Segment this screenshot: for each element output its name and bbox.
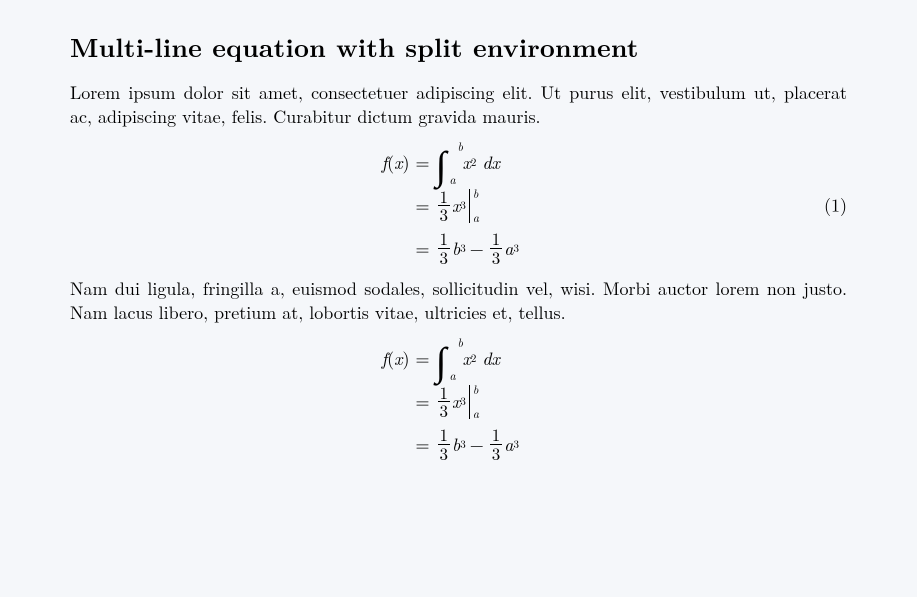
fraction: 1 3 [438, 230, 451, 267]
term-b-base: b [452, 432, 460, 457]
paragraph-1: Lorem ipsum dolor sit amet, consectetuer… [70, 81, 847, 130]
fraction: 1 3 [490, 230, 503, 267]
term-a-power: 3 [514, 241, 520, 256]
heading: Multi-line equation with split environme… [70, 28, 847, 65]
antiderivative-base: x [452, 389, 460, 414]
equals: = [409, 389, 435, 414]
fraction: 1 3 [490, 426, 503, 463]
fraction: 1 3 [438, 188, 451, 225]
integral-icon: ∫ b a [436, 340, 447, 378]
integral-icon: ∫ b a [436, 144, 447, 182]
eval-upper: b [473, 381, 479, 398]
eval-lower: a [473, 405, 479, 422]
rparen: ) [402, 150, 409, 175]
differential: dx [482, 150, 500, 175]
fraction-denominator: 3 [438, 205, 451, 224]
lhs: f(x) [351, 150, 409, 175]
integral-lower: a [450, 367, 456, 384]
equation-1-row-1: f(x) = ∫ b a x2 dx [351, 144, 565, 182]
equation-2-row-2: = 1 3 x3 b a [351, 384, 565, 421]
integral-upper: b [458, 138, 464, 155]
equation-2-row-1: f(x) = ∫ b a x2 dx [351, 340, 565, 378]
equals: = [409, 236, 435, 261]
equals: = [409, 346, 435, 371]
term-a-base: a [504, 432, 513, 457]
fraction-denominator: 3 [490, 248, 503, 267]
equation-2: f(x) = ∫ b a x2 dx = [70, 340, 847, 463]
equation-1-row-3: = 1 3 b3 − 1 3 a3 [351, 230, 565, 267]
rhs-3: 1 3 b3 − 1 3 a3 [436, 426, 566, 463]
equation-1-row-2: = 1 3 x3 b a [351, 188, 565, 225]
equation-2-row-3: = 1 3 b3 − 1 3 a3 [351, 426, 565, 463]
antiderivative-power: 3 [460, 394, 466, 409]
rhs-2: 1 3 x3 b a [436, 188, 566, 225]
rhs-1: ∫ b a x2 dx [436, 340, 566, 378]
rhs-1: ∫ b a x2 dx [436, 144, 566, 182]
antiderivative-base: x [452, 193, 460, 218]
equation-1-rows: f(x) = ∫ b a x2 dx = [70, 144, 847, 267]
integrand-base: x [462, 150, 470, 175]
rparen: ) [402, 346, 409, 371]
integral-lower: a [450, 171, 456, 188]
equation-number: (1) [824, 193, 847, 218]
lhs: f(x) [351, 346, 409, 371]
fraction-denominator: 3 [490, 444, 503, 463]
eval-upper: b [473, 185, 479, 202]
fraction-denominator: 3 [438, 401, 451, 420]
eval-lower: a [473, 209, 479, 226]
fraction: 1 3 [438, 384, 451, 421]
document-page: Multi-line equation with split environme… [0, 0, 917, 463]
fraction-denominator: 3 [438, 248, 451, 267]
equals: = [409, 150, 435, 175]
integrand-base: x [462, 346, 470, 371]
fraction: 1 3 [438, 426, 451, 463]
paragraph-2: Nam dui ligula, fringilla a, euismod sod… [70, 277, 847, 326]
term-a-base: a [504, 236, 513, 261]
rhs-2: 1 3 x3 b a [436, 384, 566, 421]
differential: dx [482, 346, 500, 371]
minus: − [466, 432, 488, 457]
fraction-denominator: 3 [438, 444, 451, 463]
equation-1: (1) f(x) = ∫ b a x2 dx [70, 144, 847, 267]
minus: − [466, 236, 488, 261]
equals: = [409, 193, 435, 218]
integral-upper: b [458, 334, 464, 351]
integrand-power: 2 [471, 155, 477, 170]
eval-bar-icon: b a [469, 189, 470, 223]
term-b-base: b [452, 236, 460, 261]
integrand-power: 2 [471, 351, 477, 366]
equation-2-rows: f(x) = ∫ b a x2 dx = [70, 340, 847, 463]
eval-bar-icon: b a [469, 385, 470, 419]
rhs-3: 1 3 b3 − 1 3 a3 [436, 230, 566, 267]
term-a-power: 3 [514, 437, 520, 452]
antiderivative-power: 3 [460, 198, 466, 213]
equals: = [409, 432, 435, 457]
